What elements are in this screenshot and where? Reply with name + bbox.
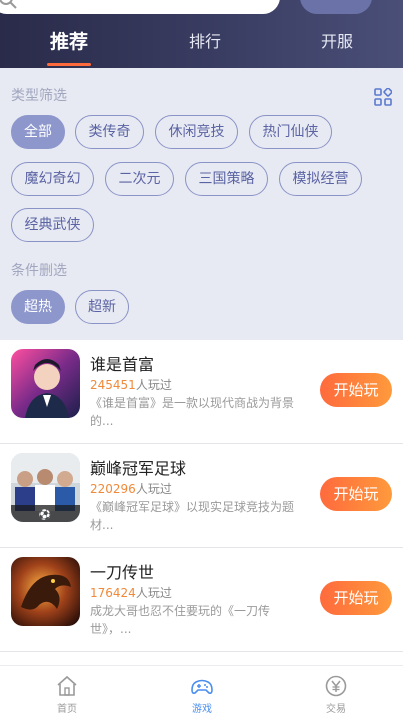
chip-fantasy[interactable]: 魔幻奇幻	[11, 162, 94, 196]
chip-hot[interactable]: 超热	[11, 290, 65, 324]
game-player-count: 245451人玩过	[90, 378, 172, 392]
tab-ranking[interactable]: 排行	[180, 30, 230, 60]
tab-recommend[interactable]: 推荐	[44, 30, 94, 60]
grid-view-icon[interactable]	[374, 88, 392, 106]
nav-trade[interactable]: 交易	[296, 666, 376, 717]
chip-xianxia[interactable]: 热门仙侠	[249, 115, 332, 149]
game-player-count: 176424人玩过	[90, 586, 172, 600]
game-description: 《谁是首富》是一款以现代商战为背景的...	[90, 396, 295, 428]
gamepad-icon	[191, 679, 213, 694]
game-player-count: 220296人玩过	[90, 482, 172, 496]
start-play-button[interactable]: 开始玩	[320, 477, 392, 511]
start-play-button[interactable]: 开始玩	[320, 581, 392, 615]
chip-casual[interactable]: 休闲竞技	[155, 115, 238, 149]
nav-home[interactable]: 首页	[27, 666, 107, 717]
active-tab-indicator	[47, 63, 91, 66]
list-item[interactable]: ⚽ 巅峰冠军足球 220296人玩过 《巅峰冠军足球》以现实足球竞技为题材...…	[0, 444, 403, 548]
search-input[interactable]	[0, 0, 280, 14]
game-title: 一刀传世	[90, 563, 155, 582]
chip-legend[interactable]: 类传奇	[75, 115, 144, 149]
bottom-navigation: 首页 游戏 交易	[0, 665, 403, 717]
chip-three-kingdoms[interactable]: 三国策略	[185, 162, 268, 196]
type-filter-label: 类型筛选	[11, 88, 67, 104]
list-item[interactable]: 谁是首富 245451人玩过 《谁是首富》是一款以现代商战为背景的... 开始玩	[0, 340, 403, 444]
yen-coin-icon	[325, 675, 347, 697]
tab-server-open[interactable]: 开服	[312, 30, 362, 60]
top-header: 推荐 排行 开服	[0, 0, 403, 68]
chip-all[interactable]: 全部	[11, 115, 65, 149]
game-icon-dragon	[11, 557, 80, 626]
game-title: 谁是首富	[90, 355, 155, 374]
nav-label: 交易	[326, 704, 346, 715]
nav-label: 首页	[57, 704, 77, 715]
top-action-button[interactable]	[300, 0, 372, 14]
home-icon	[57, 675, 77, 696]
chip-new[interactable]: 超新	[75, 290, 129, 324]
chip-simulation[interactable]: 模拟经营	[279, 162, 362, 196]
game-description: 成龙大哥也忍不住要玩的《一刀传世》，...	[90, 604, 271, 636]
search-icon	[0, 0, 17, 9]
nav-label: 游戏	[192, 704, 212, 715]
start-play-button[interactable]: 开始玩	[320, 373, 392, 407]
nav-games[interactable]: 游戏	[162, 666, 242, 717]
game-description: 《巅峰冠军足球》以现实足球竞技为题材...	[90, 500, 295, 532]
svg-text:⚽: ⚽	[38, 508, 51, 521]
game-icon-football: ⚽	[11, 453, 80, 522]
list-item[interactable]: 一刀传世 176424人玩过 成龙大哥也忍不住要玩的《一刀传世》，... 开始玩	[0, 548, 403, 652]
condition-filter-label: 条件删选	[11, 263, 67, 279]
filter-panel: 类型筛选 全部 类传奇 休闲竞技 热门仙侠 魔幻奇幻 二次元 三国策略 模拟经营…	[0, 68, 403, 340]
game-icon-richest	[11, 349, 80, 418]
game-title: 巅峰冠军足球	[90, 459, 187, 478]
chip-wuxia[interactable]: 经典武侠	[11, 208, 94, 242]
chip-anime[interactable]: 二次元	[105, 162, 174, 196]
